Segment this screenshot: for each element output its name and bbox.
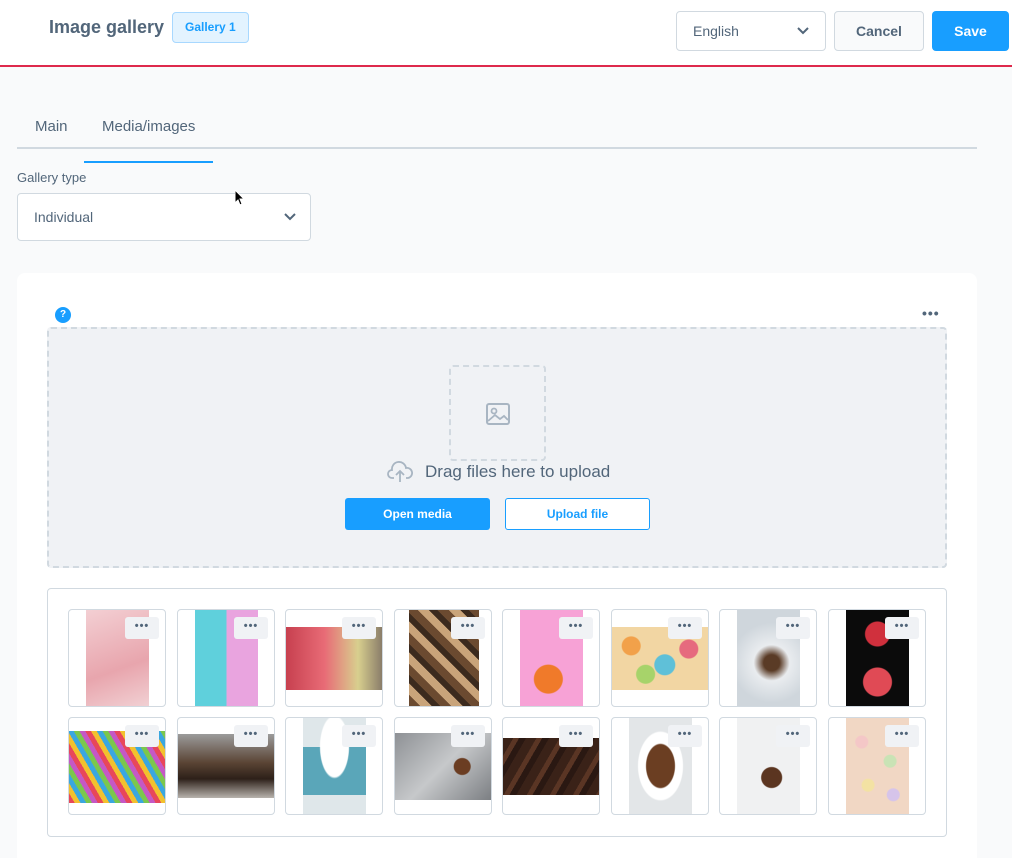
image-thumbnail[interactable]: •••: [502, 609, 600, 707]
thumbnail-menu-button[interactable]: •••: [451, 725, 485, 747]
image-thumbnail[interactable]: •••: [719, 609, 817, 707]
image-thumbnail[interactable]: •••: [719, 717, 817, 815]
image-thumbnail[interactable]: •••: [177, 609, 275, 707]
dropzone-text: Drag files here to upload: [387, 461, 610, 483]
thumbnail-menu-button[interactable]: •••: [559, 725, 593, 747]
image-thumbnail[interactable]: •••: [828, 717, 926, 815]
image-thumbnail[interactable]: •••: [611, 717, 709, 815]
gallery-type-select[interactable]: Individual: [17, 193, 311, 241]
mouse-cursor-icon: [234, 188, 246, 211]
thumbnail-menu-button[interactable]: •••: [234, 725, 268, 747]
image-thumbnail[interactable]: •••: [611, 609, 709, 707]
thumbnail-menu-button[interactable]: •••: [776, 725, 810, 747]
gallery-type-value: Individual: [34, 209, 94, 225]
thumbnail-menu-button[interactable]: •••: [885, 725, 919, 747]
thumbnail-menu-button[interactable]: •••: [342, 725, 376, 747]
dropzone-label: Drag files here to upload: [425, 462, 611, 481]
save-button[interactable]: Save: [932, 11, 1009, 51]
gallery-name-badge: Gallery 1: [172, 12, 249, 43]
language-value: English: [693, 23, 739, 39]
upload-dropzone[interactable]: Drag files here to upload Open media Upl…: [47, 327, 947, 568]
tab-bar: Main Media/images: [17, 104, 977, 163]
card-menu-button[interactable]: •••: [922, 305, 940, 321]
cloud-upload-icon: [387, 461, 413, 482]
image-placeholder: [449, 365, 546, 461]
cancel-button[interactable]: Cancel: [834, 11, 924, 51]
image-thumbnail[interactable]: •••: [68, 717, 166, 815]
chevron-down-icon: [284, 194, 296, 258]
thumbnail-menu-button[interactable]: •••: [776, 617, 810, 639]
thumbnail-menu-button[interactable]: •••: [668, 617, 702, 639]
gallery-type-label: Gallery type: [17, 170, 87, 185]
thumbnail-menu-button[interactable]: •••: [668, 725, 702, 747]
media-card: ? ••• Drag files here to upload Open med…: [17, 273, 977, 858]
chevron-down-icon: [797, 12, 809, 64]
image-thumbnail[interactable]: •••: [68, 609, 166, 707]
upload-file-button[interactable]: Upload file: [505, 498, 650, 530]
image-thumbnail[interactable]: •••: [502, 717, 600, 815]
image-thumbnail[interactable]: •••: [828, 609, 926, 707]
thumbnail-menu-button[interactable]: •••: [125, 725, 159, 747]
thumbnail-menu-button[interactable]: •••: [125, 617, 159, 639]
tab-main[interactable]: Main: [17, 118, 86, 149]
image-thumbnail[interactable]: •••: [394, 609, 492, 707]
thumbnail-menu-button[interactable]: •••: [342, 617, 376, 639]
image-thumbnail[interactable]: •••: [394, 717, 492, 815]
image-thumbnail[interactable]: •••: [285, 717, 383, 815]
image-thumbnail[interactable]: •••: [177, 717, 275, 815]
image-grid: ••• ••• ••• ••• ••• ••• ••• ••• ••• ••• …: [47, 588, 947, 837]
open-media-button[interactable]: Open media: [345, 498, 490, 530]
top-bar: Image gallery Gallery 1 English Cancel S…: [0, 0, 1012, 67]
language-select[interactable]: English: [676, 11, 826, 51]
image-icon: [486, 403, 510, 425]
help-icon[interactable]: ?: [55, 307, 71, 323]
thumbnail-menu-button[interactable]: •••: [234, 617, 268, 639]
thumbnail-menu-button[interactable]: •••: [559, 617, 593, 639]
thumbnail-menu-button[interactable]: •••: [451, 617, 485, 639]
tab-media-images[interactable]: Media/images: [84, 118, 214, 163]
image-thumbnail[interactable]: •••: [285, 609, 383, 707]
thumbnail-menu-button[interactable]: •••: [885, 617, 919, 639]
page-title: Image gallery: [49, 17, 165, 37]
